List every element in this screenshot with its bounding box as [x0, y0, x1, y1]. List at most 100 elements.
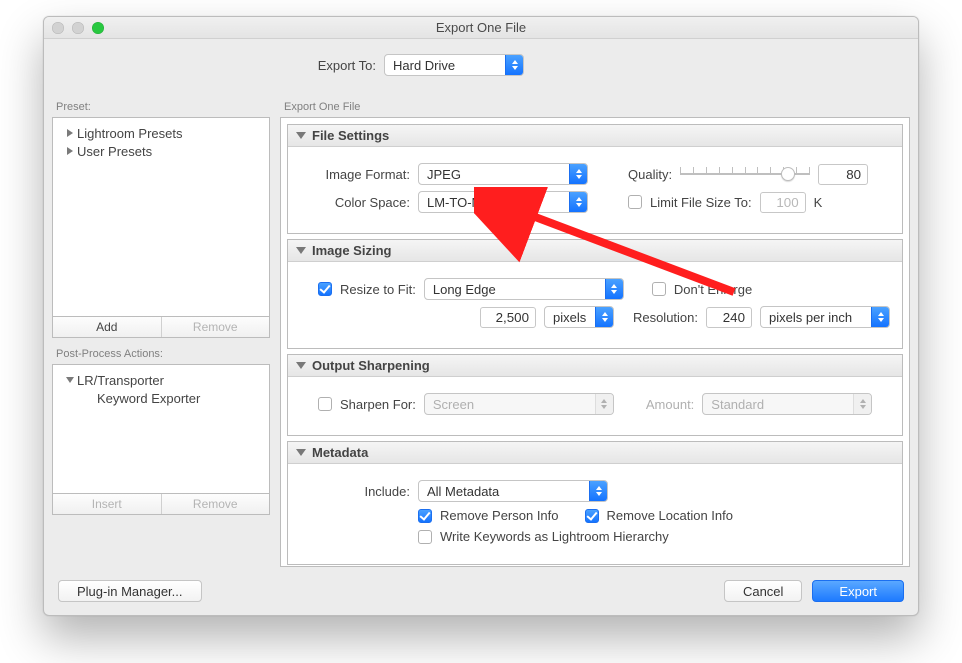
resize-value: Long Edge [433, 282, 496, 297]
color-space-select[interactable]: LM-TO-Merope [418, 191, 588, 213]
disclosure-down-icon [296, 132, 306, 139]
remove-location-checkbox[interactable] [585, 509, 599, 523]
chevron-updown-icon [595, 307, 613, 327]
insert-ppa-button[interactable]: Insert [53, 494, 161, 514]
resolution-unit-select[interactable]: pixels per inch [760, 306, 890, 328]
resize-to-fit-select[interactable]: Long Edge [424, 278, 624, 300]
remove-location-label: Remove Location Info [607, 508, 733, 523]
dimension-unit-select[interactable]: pixels [544, 306, 614, 328]
disclosure-down-icon [296, 449, 306, 456]
amount-label: Amount: [646, 397, 694, 412]
color-space-label: Color Space: [300, 195, 410, 210]
file-settings-panel: File Settings Image Format: JPEG [287, 124, 903, 234]
ppa-section-label: Post-Process Actions: [52, 346, 270, 364]
preset-tree-item[interactable]: User Presets [55, 142, 267, 160]
close-icon[interactable] [52, 22, 64, 34]
sharpen-for-select[interactable]: Screen [424, 393, 614, 415]
export-dialog: Export One File Export To: Hard Drive Pr… [43, 16, 919, 616]
panel-title: Output Sharpening [312, 358, 430, 373]
preset-list[interactable]: Lightroom Presets User Presets [52, 117, 270, 317]
image-format-select[interactable]: JPEG [418, 163, 588, 185]
export-to-label: Export To: [284, 58, 376, 73]
chevron-updown-icon [505, 55, 523, 75]
ppa-tree-subitem[interactable]: Keyword Exporter [55, 389, 267, 407]
disclosure-down-icon [66, 377, 74, 383]
metadata-panel: Metadata Include: All Metadata [287, 441, 903, 565]
resize-to-fit-label: Resize to Fit: [340, 282, 416, 297]
panel-title: File Settings [312, 128, 389, 143]
dimension-input[interactable] [480, 307, 536, 328]
sharpen-for-label: Sharpen For: [340, 397, 416, 412]
image-sizing-header[interactable]: Image Sizing [288, 240, 902, 262]
resize-to-fit-checkbox[interactable] [318, 282, 332, 296]
sharpen-for-checkbox[interactable] [318, 397, 332, 411]
quality-label: Quality: [628, 167, 672, 182]
preset-section-label: Preset: [52, 99, 270, 117]
export-to-value: Hard Drive [393, 58, 455, 73]
chevron-updown-icon [871, 307, 889, 327]
dimension-unit-value: pixels [553, 310, 586, 325]
include-value: All Metadata [427, 484, 499, 499]
panel-title: Image Sizing [312, 243, 391, 258]
dont-enlarge-label: Don't Enlarge [674, 282, 752, 297]
resolution-input[interactable] [706, 307, 752, 328]
output-sharpening-panel: Output Sharpening Sharpen For: Screen [287, 354, 903, 436]
ppa-item-label: LR/Transporter [77, 373, 164, 388]
cancel-button[interactable]: Cancel [724, 580, 802, 602]
limit-filesize-label: Limit File Size To: [650, 195, 752, 210]
quality-slider[interactable] [680, 165, 810, 183]
color-space-value: LM-TO-Merope [427, 195, 516, 210]
chevron-updown-icon [569, 192, 587, 212]
image-sizing-panel: Image Sizing Resize to Fit: Long Edge [287, 239, 903, 349]
chevron-updown-icon [853, 394, 871, 414]
slider-knob-icon[interactable] [781, 167, 795, 181]
sharpen-for-value: Screen [433, 397, 474, 412]
include-label: Include: [300, 484, 410, 499]
add-preset-button[interactable]: Add [53, 317, 161, 337]
remove-preset-button[interactable]: Remove [161, 317, 270, 337]
image-format-label: Image Format: [300, 167, 410, 182]
preset-item-label: Lightroom Presets [77, 126, 183, 141]
minimize-icon[interactable] [72, 22, 84, 34]
zoom-icon[interactable] [92, 22, 104, 34]
ppa-subitem-label: Keyword Exporter [97, 391, 200, 406]
amount-select[interactable]: Standard [702, 393, 872, 415]
chevron-updown-icon [589, 481, 607, 501]
limit-filesize-checkbox[interactable] [628, 195, 642, 209]
image-format-value: JPEG [427, 167, 461, 182]
output-sharpening-header[interactable]: Output Sharpening [288, 355, 902, 377]
amount-value: Standard [711, 397, 764, 412]
chevron-updown-icon [605, 279, 623, 299]
limit-filesize-input[interactable] [760, 192, 806, 213]
quality-input[interactable] [818, 164, 868, 185]
remove-person-label: Remove Person Info [440, 508, 559, 523]
disclosure-right-icon [67, 147, 73, 155]
limit-unit-label: K [814, 195, 823, 210]
export-button[interactable]: Export [812, 580, 904, 602]
remove-person-checkbox[interactable] [418, 509, 432, 523]
disclosure-down-icon [296, 362, 306, 369]
preset-tree-item[interactable]: Lightroom Presets [55, 124, 267, 142]
window-title: Export One File [44, 20, 918, 35]
disclosure-down-icon [296, 247, 306, 254]
metadata-header[interactable]: Metadata [288, 442, 902, 464]
right-section-label: Export One File [280, 99, 910, 117]
titlebar: Export One File [44, 17, 918, 39]
remove-ppa-button[interactable]: Remove [161, 494, 270, 514]
chevron-updown-icon [569, 164, 587, 184]
file-settings-header[interactable]: File Settings [288, 125, 902, 147]
plugin-manager-button[interactable]: Plug-in Manager... [58, 580, 202, 602]
include-select[interactable]: All Metadata [418, 480, 608, 502]
ppa-list[interactable]: LR/Transporter Keyword Exporter [52, 364, 270, 494]
preset-item-label: User Presets [77, 144, 152, 159]
disclosure-right-icon [67, 129, 73, 137]
dont-enlarge-checkbox[interactable] [652, 282, 666, 296]
panel-title: Metadata [312, 445, 368, 460]
write-keywords-checkbox[interactable] [418, 530, 432, 544]
resolution-unit-value: pixels per inch [769, 310, 852, 325]
panels-frame: File Settings Image Format: JPEG [280, 117, 910, 567]
export-to-select[interactable]: Hard Drive [384, 54, 524, 76]
ppa-tree-item[interactable]: LR/Transporter [55, 371, 267, 389]
resolution-label: Resolution: [633, 310, 698, 325]
write-keywords-label: Write Keywords as Lightroom Hierarchy [440, 529, 669, 544]
